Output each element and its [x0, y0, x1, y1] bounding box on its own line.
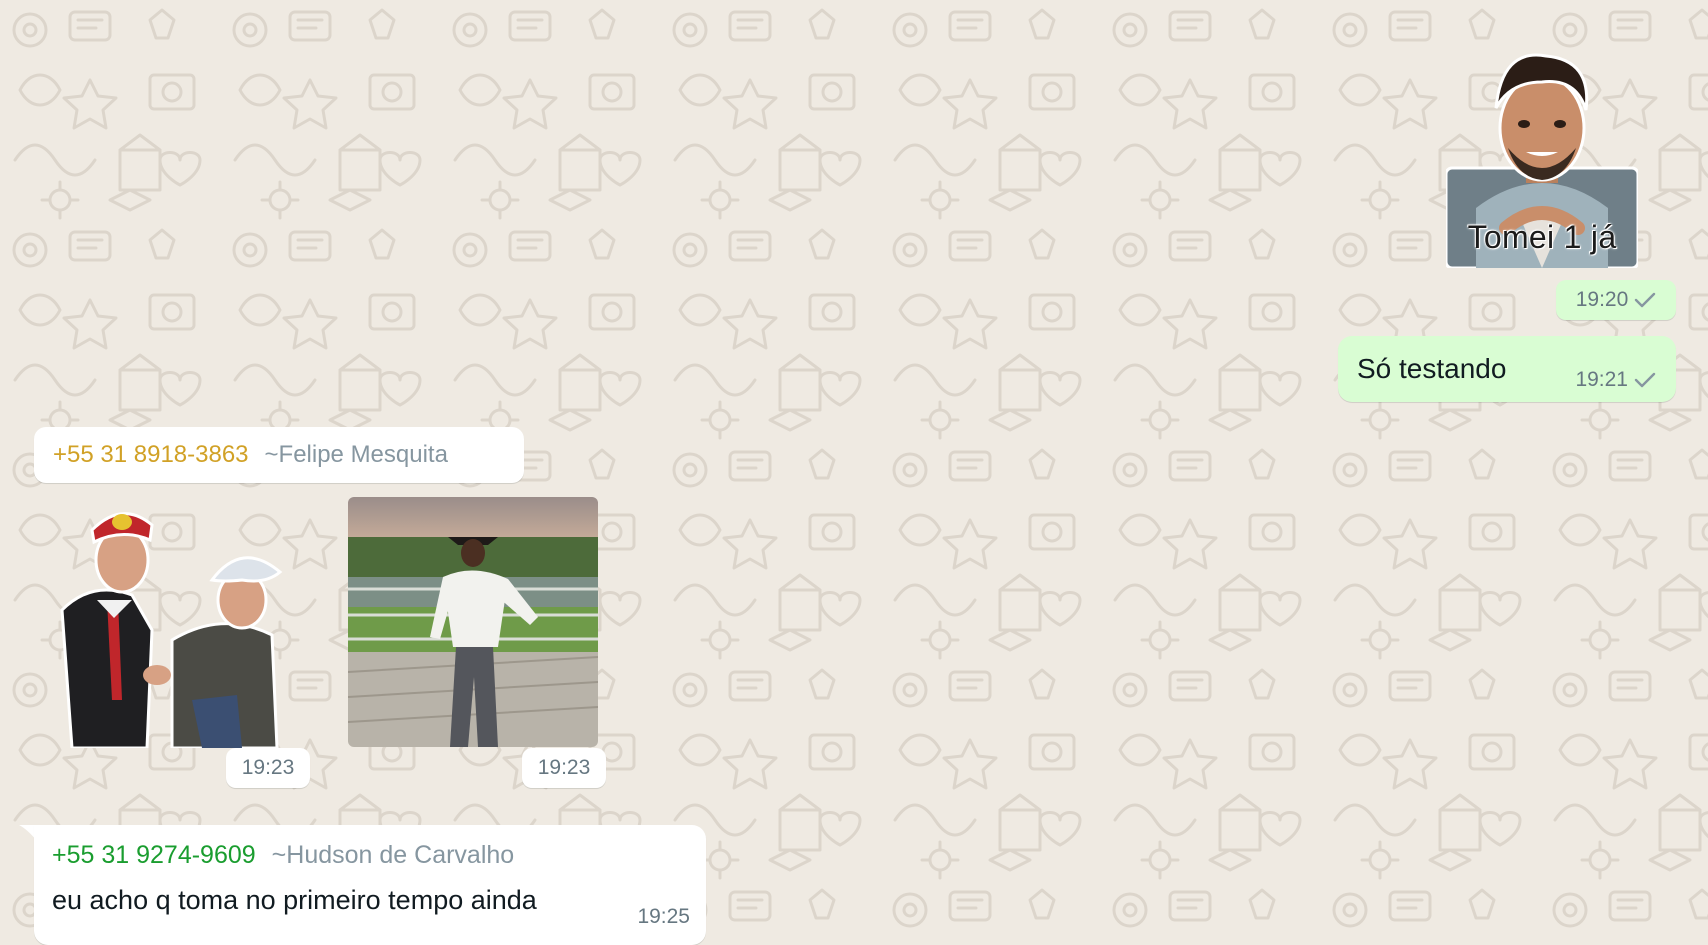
message-meta: 19:21 — [1575, 368, 1656, 392]
sender-alias: ~Hudson de Carvalho — [271, 841, 515, 869]
message-text: eu acho q toma no primeiro tempo ainda — [52, 885, 537, 915]
sender-phone[interactable]: +55 31 9274-9609 — [52, 841, 256, 870]
sender-alias: ~Felipe Mesquita — [264, 441, 448, 468]
message-time: 19:20 — [1575, 288, 1629, 311]
video-time-pill: 19:23 — [522, 748, 606, 788]
incoming-sticker[interactable] — [52, 500, 302, 750]
sticker-caption: Tomei 1 já — [1467, 219, 1617, 255]
incoming-video-thumbnail[interactable] — [348, 497, 598, 747]
message-text: Só testando — [1357, 353, 1507, 384]
sender-phone[interactable]: +55 31 8918-3863 — [53, 441, 249, 469]
sender-header[interactable]: +55 31 8918-3863 ~Felipe Mesquita — [34, 427, 524, 483]
message-time: 19:21 — [1575, 368, 1628, 391]
video-frame — [348, 497, 598, 747]
sticker-time-pill: 19:23 — [226, 748, 310, 788]
message-time: 19:25 — [637, 905, 690, 928]
message-time: 19:23 — [537, 756, 591, 779]
sticker-time-pill: 19:20 — [1556, 280, 1676, 320]
outgoing-sticker[interactable]: Tomei 1 já — [1444, 38, 1640, 270]
check-icon — [1634, 372, 1656, 388]
outgoing-message[interactable]: Só testando 19:21 — [1338, 336, 1676, 402]
message-sender: +55 31 9274-9609 ~Hudson de Carvalho — [52, 841, 514, 870]
message-time: 19:23 — [241, 756, 295, 779]
sticker-image — [60, 512, 283, 750]
incoming-message[interactable]: +55 31 9274-9609 ~Hudson de Carvalho eu … — [34, 825, 706, 945]
check-icon — [1635, 292, 1656, 308]
